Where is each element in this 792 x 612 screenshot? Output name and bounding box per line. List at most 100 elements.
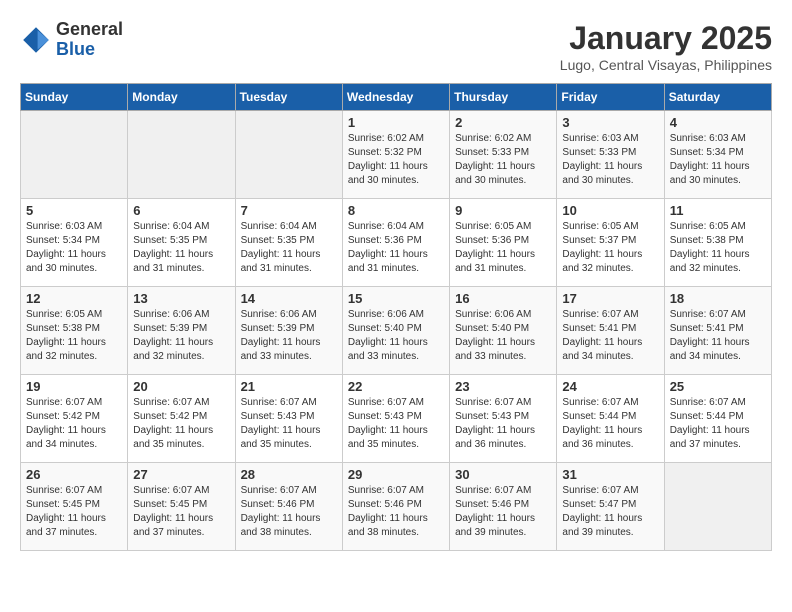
day-number: 27	[133, 467, 229, 482]
header-tuesday: Tuesday	[235, 84, 342, 111]
day-number: 14	[241, 291, 337, 306]
table-row: 27Sunrise: 6:07 AMSunset: 5:45 PMDayligh…	[128, 463, 235, 551]
day-info: Sunrise: 6:04 AMSunset: 5:36 PMDaylight:…	[348, 220, 444, 276]
table-row: 14 Sunrise: 6:06 AMSunset: 5:39 PMDayligh…	[235, 287, 342, 375]
day-info: Sunrise: 6:07 AMSunset: 5:41 PMDaylight:…	[670, 308, 766, 364]
logo-icon	[20, 24, 52, 56]
day-info: Sunrise: 6:07 AMSunset: 5:43 PMDaylight:…	[348, 396, 444, 452]
day-number: 26	[26, 467, 122, 482]
calendar-table: Sunday Monday Tuesday Wednesday Thursday…	[20, 83, 772, 551]
day-info: Sunrise: 6:05 AMSunset: 5:38 PMDaylight:…	[670, 220, 766, 276]
day-number: 11	[670, 203, 766, 218]
day-info: Sunrise: 6:04 AMSunset: 5:35 PMDaylight:…	[241, 220, 337, 276]
day-number: 17	[562, 291, 658, 306]
table-row: 7 Sunrise: 6:04 AMSunset: 5:35 PMDaylight…	[235, 199, 342, 287]
day-info: Sunrise: 6:07 AMSunset: 5:46 PMDaylight:…	[241, 484, 337, 540]
table-row: 22 Sunrise: 6:07 AMSunset: 5:43 PMDayligh…	[342, 375, 449, 463]
day-info: Sunrise: 6:03 AMSunset: 5:34 PMDaylight:…	[670, 132, 766, 188]
table-row: 6 Sunrise: 6:04 AMSunset: 5:35 PMDaylight…	[128, 199, 235, 287]
table-row: 19 Sunrise: 6:07 AMSunset: 5:42 PMDayligh…	[21, 375, 128, 463]
day-number: 9	[455, 203, 551, 218]
table-row: 30 Sunrise: 6:07 AMSunset: 5:46 PMDayligh…	[450, 463, 557, 551]
day-number: 5	[26, 203, 122, 218]
day-number: 21	[241, 379, 337, 394]
day-info: Sunrise: 6:07 AMSunset: 5:44 PMDaylight:…	[670, 396, 766, 452]
day-info: Sunrise: 6:07 AMSunset: 5:44 PMDaylight:…	[562, 396, 658, 452]
day-number: 28	[241, 467, 337, 482]
day-number: 6	[133, 203, 229, 218]
day-info: Sunrise: 6:04 AMSunset: 5:35 PMDaylight:…	[133, 220, 229, 276]
day-number: 13	[133, 291, 229, 306]
table-row: 17 Sunrise: 6:07 AMSunset: 5:41 PMDayligh…	[557, 287, 664, 375]
table-row: 15Sunrise: 6:06 AMSunset: 5:40 PMDayligh…	[342, 287, 449, 375]
day-info: Sunrise: 6:05 AMSunset: 5:36 PMDaylight:…	[455, 220, 551, 276]
calendar-week-row: 26 Sunrise: 6:07 AMSunset: 5:45 PMDayligh…	[21, 463, 772, 551]
day-number: 1	[348, 115, 444, 130]
table-row: 16Sunrise: 6:06 AMSunset: 5:40 PMDayligh…	[450, 287, 557, 375]
table-row: 3 Sunrise: 6:03 AMSunset: 5:33 PMDaylight…	[557, 111, 664, 199]
table-row: 24 Sunrise: 6:07 AMSunset: 5:44 PMDayligh…	[557, 375, 664, 463]
day-info: Sunrise: 6:06 AMSunset: 5:40 PMDaylight:…	[348, 308, 444, 364]
day-info: Sunrise: 6:07 AMSunset: 5:47 PMDaylight:…	[562, 484, 658, 540]
day-number: 25	[670, 379, 766, 394]
table-row: 18 Sunrise: 6:07 AMSunset: 5:41 PMDayligh…	[664, 287, 771, 375]
day-number: 10	[562, 203, 658, 218]
calendar-week-row: 19 Sunrise: 6:07 AMSunset: 5:42 PMDayligh…	[21, 375, 772, 463]
month-title: January 2025	[560, 20, 772, 57]
calendar-week-row: 1Sunrise: 6:02 AMSunset: 5:32 PMDaylight…	[21, 111, 772, 199]
day-number: 8	[348, 203, 444, 218]
header-sunday: Sunday	[21, 84, 128, 111]
table-row: 1Sunrise: 6:02 AMSunset: 5:32 PMDaylight…	[342, 111, 449, 199]
day-info: Sunrise: 6:03 AMSunset: 5:33 PMDaylight:…	[562, 132, 658, 188]
day-info: Sunrise: 6:07 AMSunset: 5:41 PMDaylight:…	[562, 308, 658, 364]
day-info: Sunrise: 6:07 AMSunset: 5:43 PMDaylight:…	[455, 396, 551, 452]
day-number: 3	[562, 115, 658, 130]
table-row: 23 Sunrise: 6:07 AMSunset: 5:43 PMDayligh…	[450, 375, 557, 463]
day-number: 4	[670, 115, 766, 130]
table-row: 4 Sunrise: 6:03 AMSunset: 5:34 PMDaylight…	[664, 111, 771, 199]
table-row: 5 Sunrise: 6:03 AMSunset: 5:34 PMDaylight…	[21, 199, 128, 287]
header-wednesday: Wednesday	[342, 84, 449, 111]
table-row: 9 Sunrise: 6:05 AMSunset: 5:36 PMDaylight…	[450, 199, 557, 287]
table-row	[235, 111, 342, 199]
day-info: Sunrise: 6:07 AMSunset: 5:46 PMDaylight:…	[348, 484, 444, 540]
day-info: Sunrise: 6:07 AMSunset: 5:42 PMDaylight:…	[133, 396, 229, 452]
day-info: Sunrise: 6:06 AMSunset: 5:40 PMDaylight:…	[455, 308, 551, 364]
day-number: 23	[455, 379, 551, 394]
day-info: Sunrise: 6:07 AMSunset: 5:43 PMDaylight:…	[241, 396, 337, 452]
table-row	[21, 111, 128, 199]
day-info: Sunrise: 6:07 AMSunset: 5:45 PMDaylight:…	[26, 484, 122, 540]
day-info: Sunrise: 6:07 AMSunset: 5:42 PMDaylight:…	[26, 396, 122, 452]
day-info: Sunrise: 6:06 AMSunset: 5:39 PMDaylight:…	[241, 308, 337, 364]
day-info: Sunrise: 6:06 AMSunset: 5:39 PMDaylight:…	[133, 308, 229, 364]
table-row: 2Sunrise: 6:02 AMSunset: 5:33 PMDaylight…	[450, 111, 557, 199]
day-number: 18	[670, 291, 766, 306]
day-number: 22	[348, 379, 444, 394]
header-monday: Monday	[128, 84, 235, 111]
day-number: 19	[26, 379, 122, 394]
table-row: 29Sunrise: 6:07 AMSunset: 5:46 PMDayligh…	[342, 463, 449, 551]
day-number: 2	[455, 115, 551, 130]
day-number: 24	[562, 379, 658, 394]
logo-line1: General	[56, 20, 123, 40]
table-row: 12Sunrise: 6:05 AMSunset: 5:38 PMDayligh…	[21, 287, 128, 375]
day-number: 7	[241, 203, 337, 218]
table-row: 20 Sunrise: 6:07 AMSunset: 5:42 PMDayligh…	[128, 375, 235, 463]
table-row: 28 Sunrise: 6:07 AMSunset: 5:46 PMDayligh…	[235, 463, 342, 551]
logo: General Blue	[20, 20, 123, 60]
calendar-header-row: Sunday Monday Tuesday Wednesday Thursday…	[21, 84, 772, 111]
header-saturday: Saturday	[664, 84, 771, 111]
table-row: 10Sunrise: 6:05 AMSunset: 5:37 PMDayligh…	[557, 199, 664, 287]
day-info: Sunrise: 6:07 AMSunset: 5:46 PMDaylight:…	[455, 484, 551, 540]
table-row: 21 Sunrise: 6:07 AMSunset: 5:43 PMDayligh…	[235, 375, 342, 463]
day-number: 30	[455, 467, 551, 482]
day-number: 20	[133, 379, 229, 394]
day-info: Sunrise: 6:05 AMSunset: 5:38 PMDaylight:…	[26, 308, 122, 364]
table-row	[128, 111, 235, 199]
title-block: January 2025 Lugo, Central Visayas, Phil…	[560, 20, 772, 73]
table-row: 31Sunrise: 6:07 AMSunset: 5:47 PMDayligh…	[557, 463, 664, 551]
header-thursday: Thursday	[450, 84, 557, 111]
table-row	[664, 463, 771, 551]
day-info: Sunrise: 6:03 AMSunset: 5:34 PMDaylight:…	[26, 220, 122, 276]
table-row: 11 Sunrise: 6:05 AMSunset: 5:38 PMDayligh…	[664, 199, 771, 287]
